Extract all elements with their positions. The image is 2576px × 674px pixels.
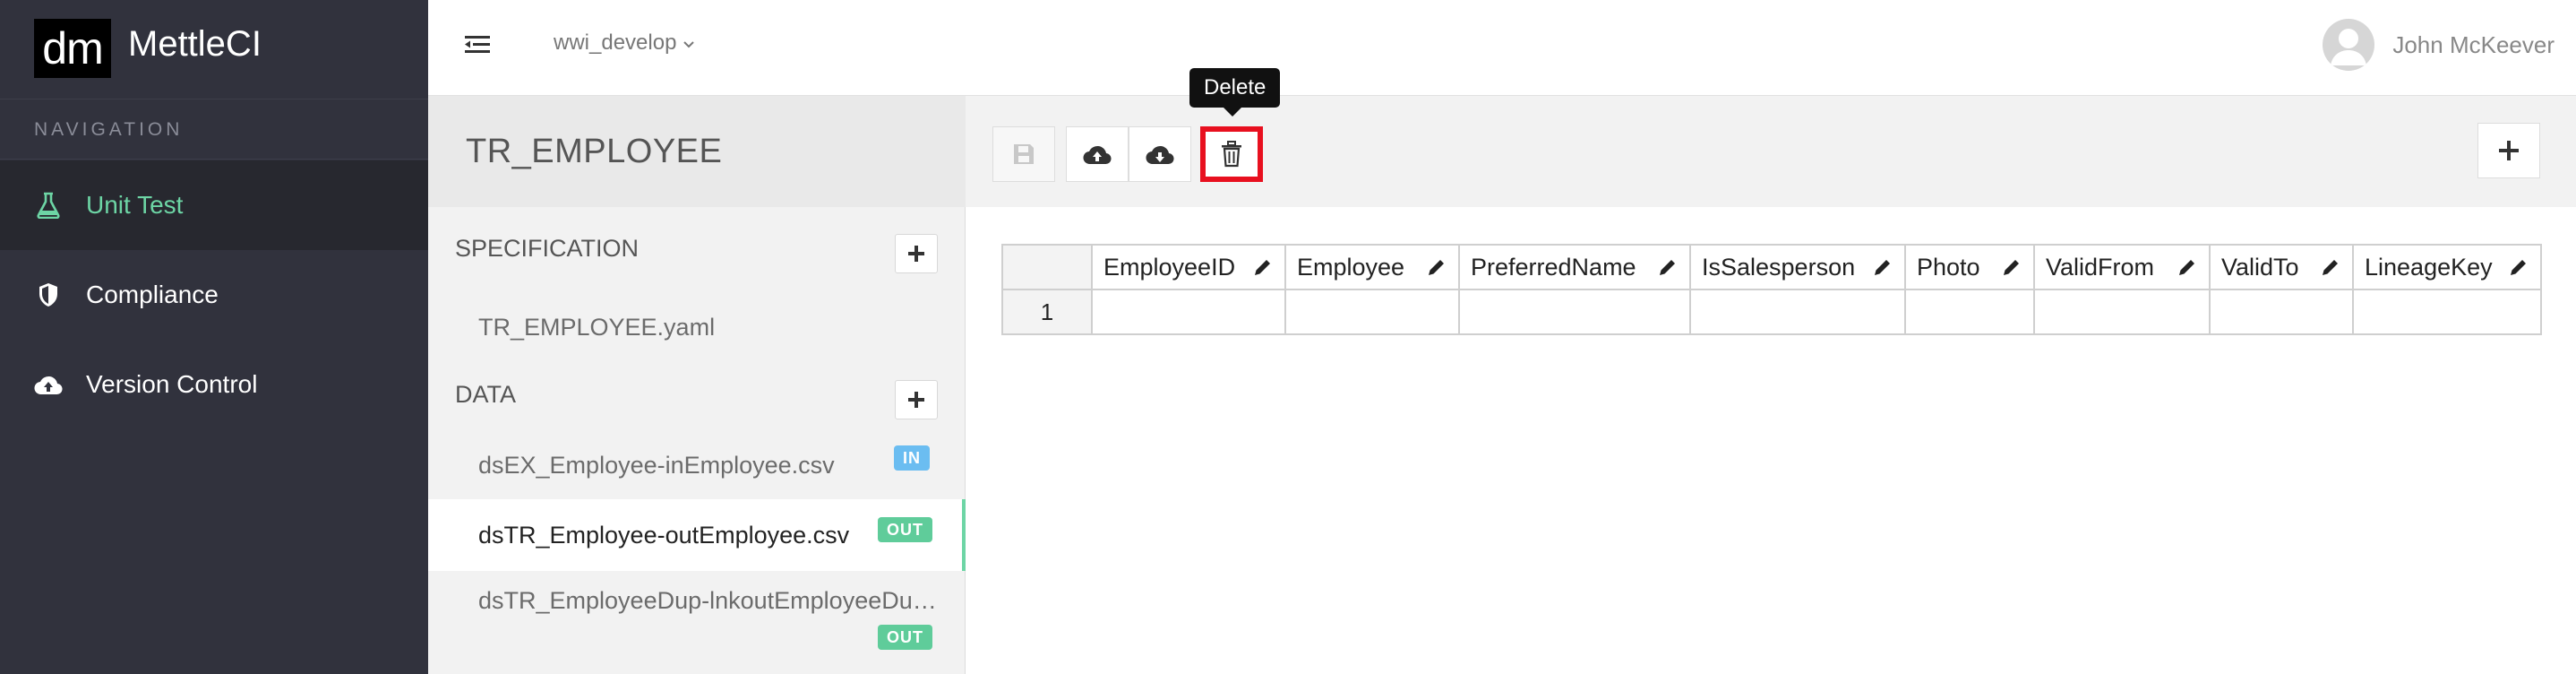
grid-corner-cell xyxy=(1001,244,1093,290)
cloud-upload-icon xyxy=(1083,145,1112,165)
navigation-heading: NAVIGATION xyxy=(0,99,428,160)
column-header-label: LineageKey xyxy=(2365,253,2493,281)
data-file-name: dsTR_Employee-outEmployee.csv xyxy=(478,522,850,549)
flask-icon xyxy=(34,191,63,220)
tooltip-arrow xyxy=(1224,108,1241,117)
column-header-employeeid[interactable]: EmployeeID xyxy=(1091,244,1286,290)
sidebar-item-compliance[interactable]: Compliance xyxy=(0,250,428,340)
brand-logo: dm xyxy=(34,19,111,78)
app-name: MettleCI xyxy=(128,24,262,64)
column-header-label: ValidFrom xyxy=(2046,253,2155,281)
status-badge: IN xyxy=(894,445,930,471)
branch-selector[interactable]: wwi_develop xyxy=(554,27,695,59)
shield-icon xyxy=(34,281,63,309)
branch-name: wwi_develop xyxy=(554,30,677,55)
main-content: Delete EmployeeID Employee PreferredName… xyxy=(966,68,2576,674)
save-icon xyxy=(1014,144,1034,164)
data-file-item[interactable]: dsTR_EmployeeDup-lnkoutEmployeeDu… OUT xyxy=(428,571,966,661)
delete-button[interactable] xyxy=(1200,126,1263,182)
table-row: 1 xyxy=(1001,289,2542,335)
data-file-name: dsTR_EmployeeDup-lnkoutEmployeeDu… xyxy=(478,587,937,614)
specification-file-item[interactable]: TR_EMPLOYEE.yaml xyxy=(428,300,966,354)
pencil-icon[interactable] xyxy=(1426,256,1447,278)
status-badge: OUT xyxy=(878,517,932,542)
trash-icon xyxy=(1222,141,1241,168)
plus-icon xyxy=(2499,141,2519,160)
save-button[interactable] xyxy=(992,126,1055,182)
column-header-label: PreferredName xyxy=(1471,253,1636,281)
column-header-label: IsSalesperson xyxy=(1702,253,1856,281)
row-number: 1 xyxy=(1001,289,1093,335)
sidebar-item-version-control[interactable]: Version Control xyxy=(0,340,428,429)
add-specification-button[interactable] xyxy=(895,234,938,273)
column-header-label: ValidTo xyxy=(2221,253,2299,281)
grid-cell[interactable] xyxy=(2352,289,2542,335)
specification-heading: SPECIFICATION xyxy=(455,235,640,262)
data-file-name: dsEX_Employee-inEmployee.csv xyxy=(478,452,835,479)
sidebar-item-label: Version Control xyxy=(86,370,258,398)
pencil-icon[interactable] xyxy=(2177,256,2198,278)
plus-icon xyxy=(908,392,924,408)
data-heading: DATA xyxy=(455,381,517,408)
column-header-validfrom[interactable]: ValidFrom xyxy=(2033,244,2211,290)
toolbar: Delete xyxy=(966,68,2576,207)
add-data-button[interactable] xyxy=(895,380,938,419)
download-button[interactable] xyxy=(1129,126,1191,182)
cloud-upload-icon xyxy=(34,370,63,399)
sidebar: dm MettleCI NAVIGATION Unit Test Complia… xyxy=(0,0,428,674)
column-header-label: EmployeeID xyxy=(1103,253,1236,281)
grid-cell[interactable] xyxy=(1458,289,1691,335)
column-header-label: Employee xyxy=(1297,253,1405,281)
data-file-item[interactable]: dsTR_Employee-outEmployee.csv OUT xyxy=(428,499,966,571)
avatar xyxy=(2323,19,2375,71)
pencil-icon[interactable] xyxy=(1872,256,1893,278)
column-header-preferredname[interactable]: PreferredName xyxy=(1458,244,1691,290)
column-header-employee[interactable]: Employee xyxy=(1284,244,1460,290)
sidebar-item-label: Compliance xyxy=(86,281,219,308)
column-header-issalesperson[interactable]: IsSalesperson xyxy=(1689,244,1906,290)
brand[interactable]: dm MettleCI xyxy=(0,0,428,99)
pencil-icon[interactable] xyxy=(1657,256,1679,278)
plus-icon xyxy=(908,246,924,262)
add-row-button[interactable] xyxy=(2477,123,2540,178)
delete-tooltip: Delete xyxy=(1189,68,1281,108)
menu-toggle-icon[interactable] xyxy=(464,29,500,65)
sidebar-item-unit-test[interactable]: Unit Test xyxy=(0,160,428,250)
pencil-icon[interactable] xyxy=(2508,256,2529,278)
grid-cell[interactable] xyxy=(2209,289,2354,335)
column-header-lineagekey[interactable]: LineageKey xyxy=(2352,244,2542,290)
test-panel: TR_EMPLOYEE SPECIFICATION TR_EMPLOYEE.ya… xyxy=(428,96,966,674)
user-name: John McKeever xyxy=(2392,30,2555,58)
grid-cell[interactable] xyxy=(1689,289,1906,335)
user-menu[interactable]: John McKeever xyxy=(2323,18,2555,72)
pencil-icon[interactable] xyxy=(1252,256,1274,278)
pencil-icon[interactable] xyxy=(2320,256,2341,278)
column-header-label: Photo xyxy=(1917,253,1980,281)
data-file-item[interactable]: dsEX_Employee-inEmployee.csv IN xyxy=(428,431,966,499)
status-badge: OUT xyxy=(878,625,932,650)
grid-header-row: EmployeeID Employee PreferredName IsSale… xyxy=(1001,244,2542,290)
grid-cell[interactable] xyxy=(1091,289,1286,335)
data-grid: EmployeeID Employee PreferredName IsSale… xyxy=(1001,244,2542,335)
column-header-photo[interactable]: Photo xyxy=(1904,244,2035,290)
grid-cell[interactable] xyxy=(1904,289,2035,335)
upload-button[interactable] xyxy=(1066,126,1129,182)
sidebar-item-label: Unit Test xyxy=(86,191,184,219)
chevron-down-icon xyxy=(683,30,695,55)
column-header-validto[interactable]: ValidTo xyxy=(2209,244,2354,290)
top-header: wwi_develop John McKeever xyxy=(428,0,2576,96)
grid-cell[interactable] xyxy=(2033,289,2211,335)
cloud-download-icon xyxy=(1146,145,1174,165)
page-title: TR_EMPLOYEE xyxy=(428,96,966,207)
pencil-icon[interactable] xyxy=(2001,256,2022,278)
grid-cell[interactable] xyxy=(1284,289,1460,335)
